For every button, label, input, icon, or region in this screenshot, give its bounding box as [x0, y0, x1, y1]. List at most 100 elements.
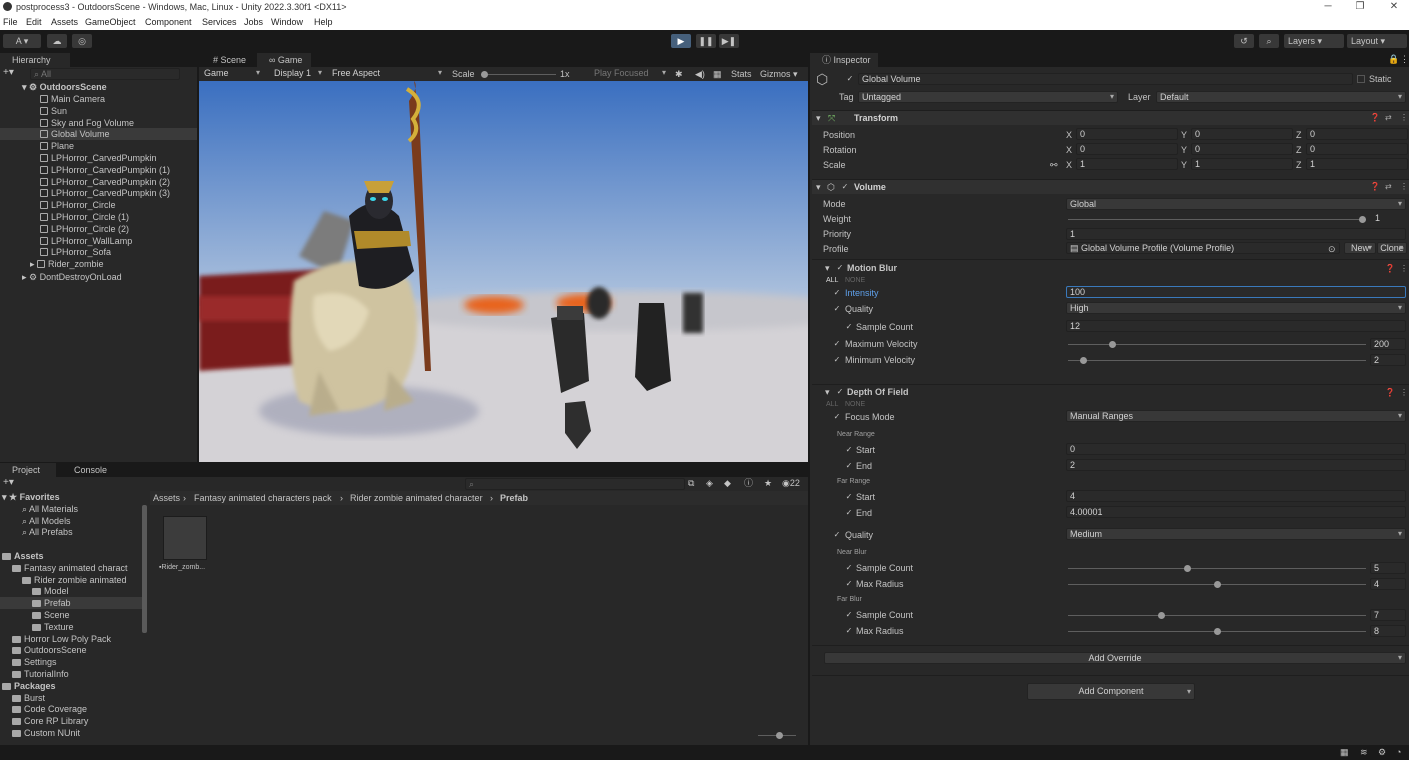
notification-icon[interactable]: ◔ — [1396, 746, 1401, 758]
axis-label[interactable]: X — [1066, 129, 1072, 141]
crumb-assets[interactable]: Assets — [153, 492, 180, 504]
tab-inspector[interactable]: ⓘ Inspector — [810, 53, 878, 67]
tab-console[interactable]: Console — [62, 463, 122, 477]
minimize-button[interactable]: ─ — [1313, 0, 1343, 14]
play-button[interactable]: ▶ — [671, 34, 691, 48]
add-override-button[interactable]: Add Override — [824, 652, 1406, 664]
project-tree-item[interactable]: Prefab — [0, 597, 142, 610]
icon-size-knob[interactable] — [776, 732, 783, 739]
hierarchy-item[interactable]: Plane — [40, 140, 74, 152]
max-velocity-checkbox[interactable]: ✓ — [833, 340, 841, 348]
project-tree-item[interactable]: Custom NUnit — [0, 727, 142, 739]
progress-icon[interactable]: ≋ — [1360, 746, 1368, 758]
hierarchy-item[interactable]: LPHorror_CarvedPumpkin (2) — [40, 176, 170, 188]
weight-slider[interactable] — [1068, 216, 1366, 223]
far-sample-value[interactable]: 7 — [1370, 609, 1406, 621]
far-sample-checkbox[interactable]: ✓ — [845, 611, 853, 619]
crumb-fantasy[interactable]: Fantasy animated characters pack — [194, 492, 332, 504]
layout-dropdown[interactable]: Layout ▾ — [1347, 34, 1407, 48]
project-tree-item[interactable]: Texture — [0, 621, 142, 633]
intensity-checkbox[interactable]: ✓ — [833, 289, 841, 297]
quality-checkbox[interactable]: ✓ — [833, 305, 841, 313]
min-velocity-knob[interactable] — [1079, 357, 1087, 364]
axis-label[interactable]: Z — [1296, 159, 1302, 171]
axis-label[interactable]: Z — [1296, 144, 1302, 156]
object-name-field[interactable]: Global Volume — [858, 73, 1353, 85]
hierarchy-item[interactable]: LPHorror_Circle (2) — [40, 223, 129, 235]
axis-label[interactable]: X — [1066, 144, 1072, 156]
far-start-checkbox[interactable]: ✓ — [845, 493, 853, 501]
menu-file[interactable]: File — [3, 17, 18, 27]
far-sample-slider[interactable] — [1068, 612, 1366, 619]
far-radius-checkbox[interactable]: ✓ — [845, 627, 853, 635]
tab-hierarchy[interactable]: Hierarchy — [0, 53, 70, 67]
type-filter-icon[interactable]: ◈ — [706, 477, 713, 489]
near-end-field[interactable]: 2 — [1066, 459, 1406, 471]
crumb-rider[interactable]: Rider zombie animated character — [350, 492, 483, 504]
account-dropdown[interactable]: A ▾ — [3, 34, 41, 48]
hierarchy-item[interactable]: LPHorror_Circle (1) — [40, 211, 129, 223]
scale-slider[interactable] — [481, 71, 556, 78]
scale-slider-knob[interactable] — [481, 71, 488, 78]
all-toggle[interactable]: ALL — [826, 276, 838, 286]
all-toggle[interactable]: ALL — [826, 400, 838, 410]
hierarchy-item[interactable]: Sky and Fog Volume — [40, 117, 134, 129]
far-end-checkbox[interactable]: ✓ — [845, 509, 853, 517]
foldout-icon[interactable]: ▾ — [825, 386, 830, 398]
priority-field[interactable]: 1 — [1066, 228, 1406, 240]
project-tree-item[interactable]: Fantasy animated charact — [0, 562, 142, 574]
hierarchy-item[interactable]: LPHorror_Sofa — [40, 246, 111, 258]
search-icon[interactable]: ⌕ — [1259, 34, 1279, 48]
lock-icon[interactable]: 🔒 — [1388, 53, 1399, 65]
sample-count-field[interactable]: 12 — [1066, 320, 1406, 332]
hierarchy-item[interactable]: Main Camera — [40, 93, 105, 105]
layers-dropdown[interactable]: Layers ▾ — [1284, 34, 1344, 48]
game-mode-dropdown[interactable]: Game — [201, 68, 263, 80]
menu-component[interactable]: Component — [145, 17, 192, 27]
transform-pos-y-field[interactable]: 0 — [1191, 128, 1293, 140]
dof-enabled-checkbox[interactable]: ✓ — [836, 388, 844, 396]
near-start-field[interactable]: 0 — [1066, 443, 1406, 455]
project-search-input[interactable]: ⌕ — [465, 478, 685, 490]
aspect-dropdown[interactable]: Free Aspect — [329, 68, 445, 80]
dontdestroy-root[interactable]: ▸ ⚙ DontDestroyOnLoad — [22, 271, 122, 283]
project-tree-item[interactable]: Core RP Library — [0, 715, 142, 727]
grid-icon[interactable]: ▦ — [713, 68, 722, 80]
foldout-icon[interactable]: ▾ — [825, 262, 830, 274]
near-radius-slider[interactable] — [1068, 581, 1366, 588]
min-velocity-slider[interactable] — [1068, 357, 1366, 364]
debug-icon[interactable]: ⚙ — [1378, 746, 1386, 758]
max-velocity-slider[interactable] — [1068, 341, 1366, 348]
audio-icon[interactable]: ◀) — [695, 68, 705, 80]
hierarchy-item[interactable]: LPHorror_CarvedPumpkin — [40, 152, 157, 164]
project-tree-item[interactable]: ▾ ★ Favorites — [0, 491, 142, 503]
transform-scl-x-field[interactable]: 1 — [1076, 158, 1178, 170]
component-menu-icon[interactable]: ⋮ — [1400, 182, 1408, 191]
close-button[interactable]: ✕ — [1379, 0, 1409, 14]
foldout-icon[interactable]: ▾ — [816, 181, 821, 193]
info-icon[interactable]: ⓘ — [744, 477, 753, 489]
pause-button[interactable]: ❚❚ — [696, 34, 716, 48]
project-tree-item[interactable]: OutdoorsScene — [0, 644, 142, 656]
project-tree-item[interactable]: Settings — [0, 656, 142, 668]
far-start-field[interactable]: 4 — [1066, 490, 1406, 502]
near-end-checkbox[interactable]: ✓ — [845, 462, 853, 470]
menu-gameobject[interactable]: GameObject — [85, 17, 136, 27]
collab-icon[interactable]: ◎ — [72, 34, 92, 48]
axis-label[interactable]: Y — [1181, 144, 1187, 156]
quality-dropdown[interactable]: High — [1066, 302, 1406, 314]
profile-field[interactable]: ▤ Global Volume Profile (Volume Profile) — [1066, 242, 1340, 254]
scene-root[interactable]: ▾ ⚙ OutdoorsScene — [22, 81, 107, 93]
bug-icon[interactable]: ✱ — [675, 68, 683, 80]
volume-enabled-checkbox[interactable]: ✓ — [841, 183, 849, 191]
near-radius-value[interactable]: 4 — [1370, 578, 1406, 590]
min-velocity-checkbox[interactable]: ✓ — [833, 356, 841, 364]
stats-button[interactable]: Stats — [731, 68, 752, 80]
project-tree-item[interactable]: ⌕ All Prefabs — [0, 526, 142, 538]
override-menu-icon[interactable]: ⋮ — [1400, 264, 1408, 273]
menu-assets[interactable]: Assets — [51, 17, 78, 27]
menu-edit[interactable]: Edit — [26, 17, 42, 27]
near-sample-slider[interactable] — [1068, 565, 1366, 572]
tab-scene[interactable]: # Scene — [201, 53, 255, 67]
hierarchy-item[interactable]: LPHorror_CarvedPumpkin (1) — [40, 164, 170, 176]
